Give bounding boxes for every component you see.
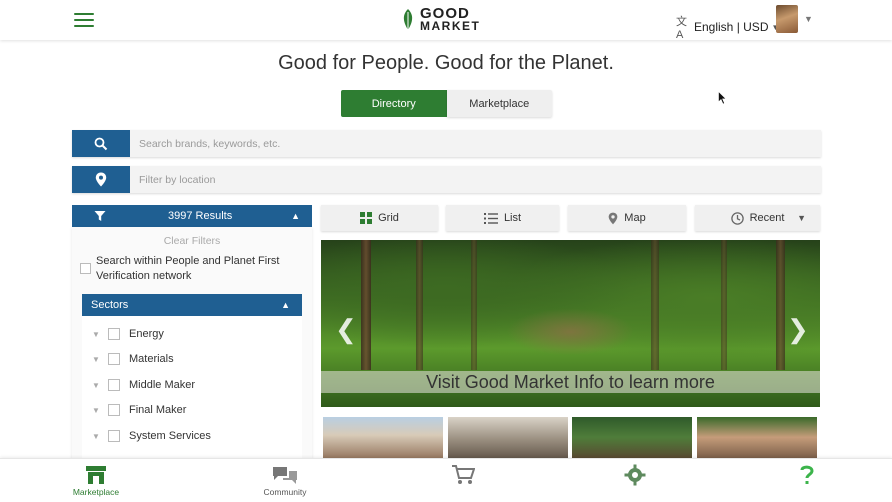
nav-community[interactable]: Community (245, 463, 325, 497)
sector-label: Energy (129, 328, 164, 340)
sector-item: ▼ System Services (82, 427, 211, 445)
sector-item: ▼ Energy (82, 325, 164, 343)
grid-view-label: Grid (378, 212, 399, 224)
store-icon (56, 463, 136, 487)
sector-checkbox[interactable] (108, 328, 120, 340)
location-pin-icon (95, 172, 107, 187)
location-button[interactable] (72, 166, 130, 193)
list-view-label: List (503, 212, 522, 224)
sector-checkbox[interactable] (108, 353, 120, 365)
list-icon (483, 212, 498, 224)
filter-icon (94, 211, 106, 221)
view-mode-toggle: Directory Marketplace (341, 90, 552, 117)
nav-cart[interactable] (423, 463, 503, 487)
mouse-cursor-icon (718, 91, 727, 105)
sector-checkbox[interactable] (108, 404, 120, 416)
account-chevron-down-icon[interactable]: ▼ (804, 14, 813, 24)
page: GOOD MARKET 文A English | USD ▼ ▼ Good fo… (0, 0, 892, 502)
location-filter-input[interactable] (130, 166, 821, 193)
chevron-down-icon: ▼ (797, 213, 806, 223)
grid-icon (360, 212, 373, 224)
list-view-button[interactable]: List (446, 205, 559, 231)
chat-icon (245, 463, 325, 487)
keyword-search-bar (72, 130, 821, 157)
expand-chevron-icon[interactable]: ▼ (92, 406, 102, 415)
sectors-header[interactable]: Sectors ▲ (82, 294, 302, 316)
logo[interactable]: GOOD MARKET (400, 6, 480, 34)
search-button[interactable] (72, 130, 130, 157)
sector-label: Final Maker (129, 404, 187, 416)
logo-text-market: MARKET (420, 19, 481, 33)
nav-marketplace[interactable]: Marketplace (56, 463, 136, 497)
marketplace-tab[interactable]: Marketplace (446, 90, 552, 117)
grid-view-button[interactable]: Grid (321, 205, 438, 231)
language-currency-label: English | USD (694, 20, 769, 34)
bottom-navigation: Marketplace Community (0, 458, 892, 502)
cart-icon (423, 463, 503, 487)
listing-thumbnail[interactable] (572, 417, 692, 462)
menu-icon[interactable] (74, 13, 94, 27)
listing-thumbnail[interactable] (448, 417, 568, 462)
sector-label: System Services (129, 430, 211, 442)
map-view-button[interactable]: Map (568, 205, 686, 231)
nav-marketplace-label: Marketplace (72, 487, 120, 497)
carousel-banner[interactable]: Visit Good Market Info to learn more (321, 371, 820, 393)
expand-chevron-icon[interactable]: ▼ (92, 355, 102, 364)
featured-carousel[interactable]: ❮ ❯ Visit Good Market Info to learn more (321, 240, 820, 407)
map-view-label: Map (624, 212, 646, 224)
location-search-bar (72, 166, 821, 193)
directory-tab[interactable]: Directory (341, 90, 447, 117)
nav-account[interactable] (595, 463, 675, 487)
chevron-up-icon: ▲ (281, 300, 290, 310)
top-bar: GOOD MARKET 文A English | USD ▼ ▼ (0, 0, 892, 41)
sector-checkbox[interactable] (108, 379, 120, 391)
sector-item: ▼ Middle Maker (82, 376, 195, 394)
filters-panel: Clear Filters Search within People and P… (72, 227, 312, 467)
expand-chevron-icon[interactable]: ▼ (92, 381, 102, 390)
avatar[interactable] (776, 5, 798, 33)
nav-help[interactable] (767, 463, 847, 487)
listing-thumbnail[interactable] (697, 417, 817, 462)
expand-chevron-icon[interactable]: ▼ (92, 330, 102, 339)
chevron-up-icon: ▲ (291, 211, 300, 221)
carousel-next-icon[interactable]: ❯ (787, 314, 809, 345)
clear-filters-link[interactable]: Clear Filters (72, 235, 312, 247)
sector-label: Materials (129, 353, 174, 365)
people-planet-checkbox[interactable] (80, 263, 91, 274)
clock-icon (730, 211, 744, 225)
results-filter-header[interactable]: 3997 Results ▲ (72, 205, 312, 227)
sectors-title: Sectors (91, 299, 129, 311)
leaf-logo-icon (403, 9, 413, 30)
people-planet-label: Search within People and Planet First Ve… (96, 255, 280, 282)
sector-checkbox[interactable] (108, 430, 120, 442)
map-pin-icon (608, 212, 618, 225)
listing-thumbnail[interactable] (323, 417, 443, 462)
results-count: 3997 Results (168, 210, 233, 222)
help-icon (767, 463, 847, 487)
expand-chevron-icon[interactable]: ▼ (92, 432, 102, 441)
translate-icon: 文A (676, 16, 687, 41)
page-tagline: Good for People. Good for the Planet. (278, 52, 614, 74)
sort-dropdown[interactable]: Recent ▼ (695, 205, 820, 231)
language-currency-selector[interactable]: 文A English | USD ▼ (676, 13, 779, 41)
sector-item: ▼ Final Maker (82, 401, 186, 419)
sector-item: ▼ Materials (82, 350, 174, 368)
sector-label: Middle Maker (129, 379, 196, 391)
sectors-list: ▼ Energy ▼ Materials ▼ Middle Maker ▼ Fi… (82, 316, 302, 466)
carousel-prev-icon[interactable]: ❮ (335, 314, 357, 345)
gear-icon (595, 463, 675, 487)
keyword-search-input[interactable] (130, 130, 821, 157)
sort-label: Recent (749, 212, 785, 224)
search-icon (94, 137, 108, 150)
nav-community-label: Community (263, 487, 307, 497)
